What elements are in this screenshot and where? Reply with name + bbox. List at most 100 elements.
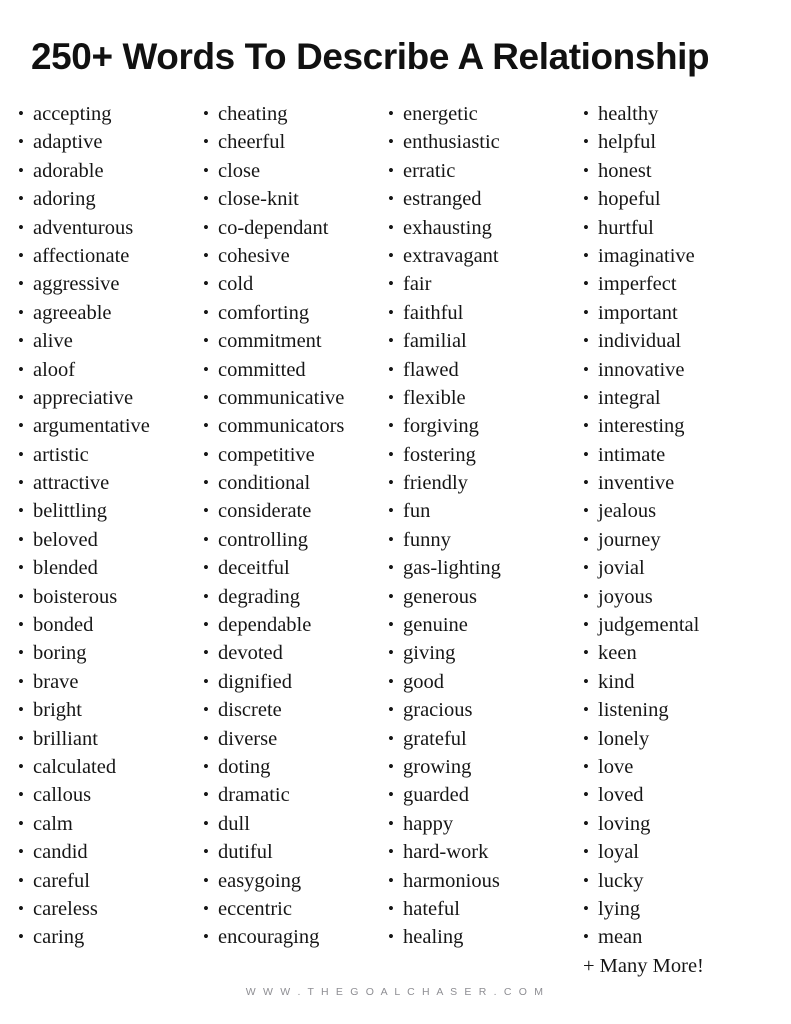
word-item: • growing: [388, 753, 578, 781]
word-item: • bright: [18, 696, 198, 724]
word-item: • dramatic: [203, 781, 383, 809]
word-label: easygoing: [218, 869, 302, 892]
word-label: loved: [598, 784, 644, 807]
word-item: • accepting: [18, 100, 198, 128]
bullet-icon: •: [18, 586, 24, 606]
word-list-1: • accepting • adaptive • adorable • adoring • adv…: [18, 100, 198, 952]
word-label: joyous: [598, 585, 653, 608]
word-item: • grateful: [388, 725, 578, 753]
word-label: careful: [33, 869, 90, 892]
bullet-icon: •: [388, 813, 394, 833]
word-label: funny: [403, 528, 451, 551]
word-item: • communicators: [203, 412, 383, 440]
word-label: co-dependant: [218, 216, 329, 239]
bullet-icon: •: [203, 217, 209, 237]
word-label: alive: [33, 330, 73, 353]
word-item: • journey: [583, 526, 783, 554]
word-label: calculated: [33, 755, 117, 778]
word-label: cheating: [218, 103, 288, 125]
word-item: • commitment: [203, 327, 383, 355]
word-label: aggressive: [33, 273, 120, 296]
word-item: • conditional: [203, 469, 383, 497]
word-item: • committed: [203, 356, 383, 384]
word-label: healthy: [598, 103, 659, 125]
bullet-icon: •: [388, 132, 394, 152]
word-label: jealous: [598, 500, 657, 523]
word-label: intimate: [598, 443, 666, 466]
word-label: extravagant: [403, 244, 499, 267]
word-label: fun: [403, 500, 431, 523]
page-title: 250+ Words To Describe A Relationship: [31, 35, 710, 78]
word-label: adventurous: [33, 216, 134, 239]
many-more-label: + Many More!: [583, 954, 704, 977]
word-label: genuine: [403, 614, 468, 637]
word-list-4: • healthy • helpful • honest • hopeful • hurtful •…: [583, 100, 783, 952]
word-item: • good: [388, 668, 578, 696]
word-item: • boring: [18, 639, 198, 667]
word-label: exhausting: [403, 216, 492, 239]
word-label: cheerful: [218, 131, 286, 154]
word-label: calm: [33, 812, 73, 835]
word-label: accepting: [33, 103, 112, 125]
bullet-icon: •: [583, 189, 589, 209]
word-item: • generous: [388, 583, 578, 611]
word-item: • callous: [18, 781, 198, 809]
bullet-icon: •: [203, 189, 209, 209]
bullet-icon: •: [583, 558, 589, 578]
bullet-icon: •: [583, 586, 589, 606]
word-label: eccentric: [218, 897, 292, 920]
word-label: giving: [403, 642, 456, 665]
word-label: good: [403, 670, 444, 693]
word-item: • happy: [388, 810, 578, 838]
word-label: dutiful: [218, 841, 273, 864]
word-item: • diverse: [203, 725, 383, 753]
word-item: • appreciative: [18, 384, 198, 412]
bullet-icon: •: [203, 359, 209, 379]
bullet-icon: •: [18, 728, 24, 748]
word-item: • brilliant: [18, 725, 198, 753]
bullet-icon: •: [388, 756, 394, 776]
bullet-icon: •: [388, 416, 394, 436]
word-item: • careless: [18, 895, 198, 923]
word-label: faithful: [403, 301, 464, 324]
word-item: • fun: [388, 497, 578, 525]
bullet-icon: •: [18, 671, 24, 691]
bullet-icon: •: [388, 842, 394, 862]
word-item: • erratic: [388, 157, 578, 185]
word-item: • degrading: [203, 583, 383, 611]
bullet-icon: •: [583, 501, 589, 521]
word-item: • deceitful: [203, 554, 383, 582]
bullet-icon: •: [18, 756, 24, 776]
bullet-icon: •: [388, 217, 394, 237]
bullet-icon: •: [18, 416, 24, 436]
word-item: • devoted: [203, 639, 383, 667]
word-label: lying: [598, 897, 641, 920]
word-label: jovial: [598, 557, 645, 580]
bullet-icon: •: [203, 501, 209, 521]
word-label: integral: [598, 386, 661, 409]
word-label: hurtful: [598, 216, 654, 239]
word-item: • judgemental: [583, 611, 783, 639]
bullet-icon: •: [18, 387, 24, 407]
word-label: commitment: [218, 330, 322, 353]
bullet-icon: •: [18, 302, 24, 322]
word-label: listening: [598, 699, 669, 722]
word-label: adaptive: [33, 131, 103, 154]
word-item: • adorable: [18, 157, 198, 185]
word-item: • hurtful: [583, 214, 783, 242]
word-item: • faithful: [388, 299, 578, 327]
word-label: blended: [33, 557, 98, 580]
word-item: • blended: [18, 554, 198, 582]
word-label: degrading: [218, 585, 300, 608]
word-item: • bonded: [18, 611, 198, 639]
bullet-icon: •: [203, 756, 209, 776]
bullet-icon: •: [583, 728, 589, 748]
word-item: • encouraging: [203, 923, 383, 951]
word-item: • controlling: [203, 526, 383, 554]
word-label: boisterous: [33, 585, 118, 608]
word-label: growing: [403, 755, 472, 778]
word-item: • integral: [583, 384, 783, 412]
bullet-icon: •: [203, 132, 209, 152]
bullet-icon: •: [583, 785, 589, 805]
word-label: belittling: [33, 500, 108, 523]
